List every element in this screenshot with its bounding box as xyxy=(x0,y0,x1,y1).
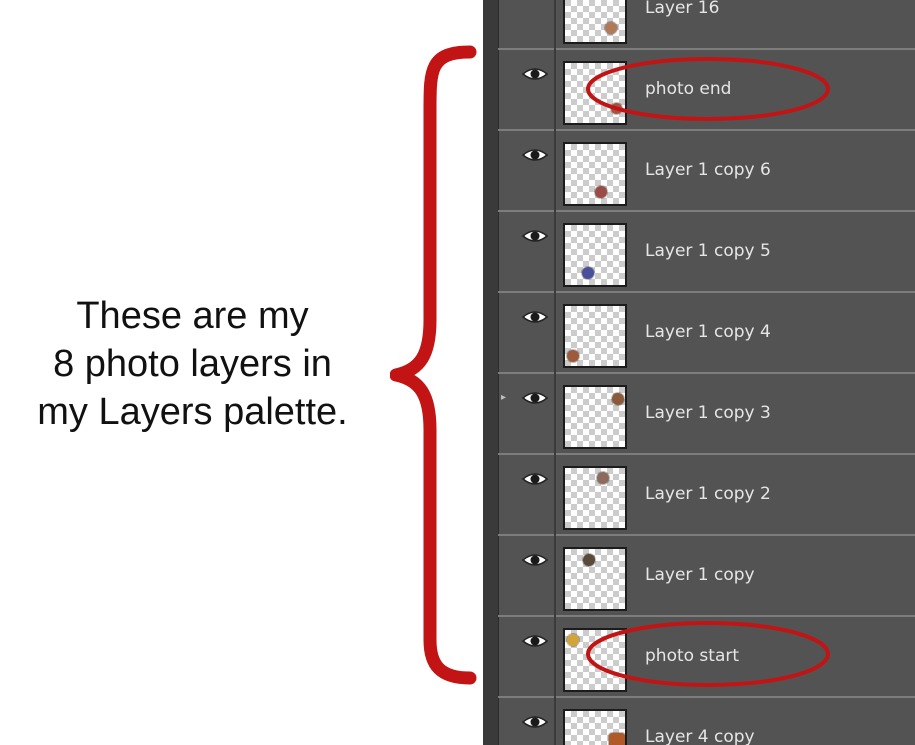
triangle-right-icon[interactable]: ▸ xyxy=(501,393,506,403)
layer-thumbnail xyxy=(563,142,627,206)
layer-row[interactable]: Layer 1 copy xyxy=(498,536,915,617)
annotation-caption: These are my 8 photo layers in my Layers… xyxy=(0,292,385,436)
layer-row[interactable]: Layer 1 copy 2 xyxy=(498,455,915,536)
photo-dot xyxy=(567,634,579,646)
layer-name: Layer 1 copy 6 xyxy=(645,160,771,180)
layer-row[interactable]: Layer 1 copy 6 xyxy=(498,131,915,212)
caption-line: These are my xyxy=(76,295,309,337)
eye-icon[interactable] xyxy=(520,144,550,166)
layers-panel: Layer 16 photo end Layer 1 copy 6 Layer … xyxy=(483,0,915,745)
photo-dot xyxy=(611,103,622,114)
photo-dot xyxy=(597,472,609,484)
photo-dot xyxy=(612,393,624,405)
layer-thumbnail xyxy=(563,547,627,611)
layer-name: Layer 4 copy xyxy=(645,727,755,745)
layer-name: photo start xyxy=(645,646,740,666)
photo-dot xyxy=(582,267,594,279)
layer-row[interactable]: Layer 1 copy 4 xyxy=(498,293,915,374)
eye-icon[interactable] xyxy=(520,225,550,247)
layer-row[interactable]: Layer 16 xyxy=(498,0,915,50)
panel-collapse-strip[interactable] xyxy=(483,0,499,745)
eye-icon[interactable] xyxy=(520,63,550,85)
layer-name: photo end xyxy=(645,79,732,99)
layer-row[interactable]: photo end xyxy=(498,50,915,131)
layer-row[interactable]: Layer 4 copy xyxy=(498,698,915,745)
visibility-column-divider xyxy=(554,0,556,745)
layer-row[interactable]: Layer 1 copy 5 xyxy=(498,212,915,293)
layer-name: Layer 16 xyxy=(645,0,720,18)
photo-dot xyxy=(605,22,617,34)
layer-thumbnail xyxy=(563,709,627,745)
caption-line: 8 photo layers in xyxy=(53,343,332,385)
layer-row[interactable]: photo start xyxy=(498,617,915,698)
eye-icon[interactable] xyxy=(520,0,550,4)
eye-icon[interactable] xyxy=(520,549,550,571)
layer-thumbnail xyxy=(563,466,627,530)
eye-icon[interactable] xyxy=(520,468,550,490)
layer-name: Layer 1 copy 2 xyxy=(645,484,771,504)
layer-name: Layer 1 copy 5 xyxy=(645,241,771,261)
eye-icon[interactable] xyxy=(520,630,550,652)
eye-icon[interactable] xyxy=(520,306,550,328)
eye-icon[interactable] xyxy=(520,387,550,409)
layer-thumbnail xyxy=(563,628,627,692)
photo-dot xyxy=(567,350,579,362)
layer-name: Layer 1 copy 3 xyxy=(645,403,771,423)
eye-icon[interactable] xyxy=(520,711,550,733)
photo-dot xyxy=(583,554,595,566)
layer-name: Layer 1 copy xyxy=(645,565,755,585)
layer-thumbnail xyxy=(563,223,627,287)
layer-thumbnail xyxy=(563,0,627,44)
photo-dot xyxy=(609,733,625,745)
caption-line: my Layers palette. xyxy=(37,391,348,433)
layer-row[interactable]: Layer 1 copy 3 xyxy=(498,374,915,455)
curly-brace-annotation xyxy=(390,45,477,685)
layer-name: Layer 1 copy 4 xyxy=(645,322,771,342)
photo-dot xyxy=(595,186,607,198)
layer-thumbnail xyxy=(563,385,627,449)
layer-thumbnail xyxy=(563,304,627,368)
layer-thumbnail xyxy=(563,61,627,125)
